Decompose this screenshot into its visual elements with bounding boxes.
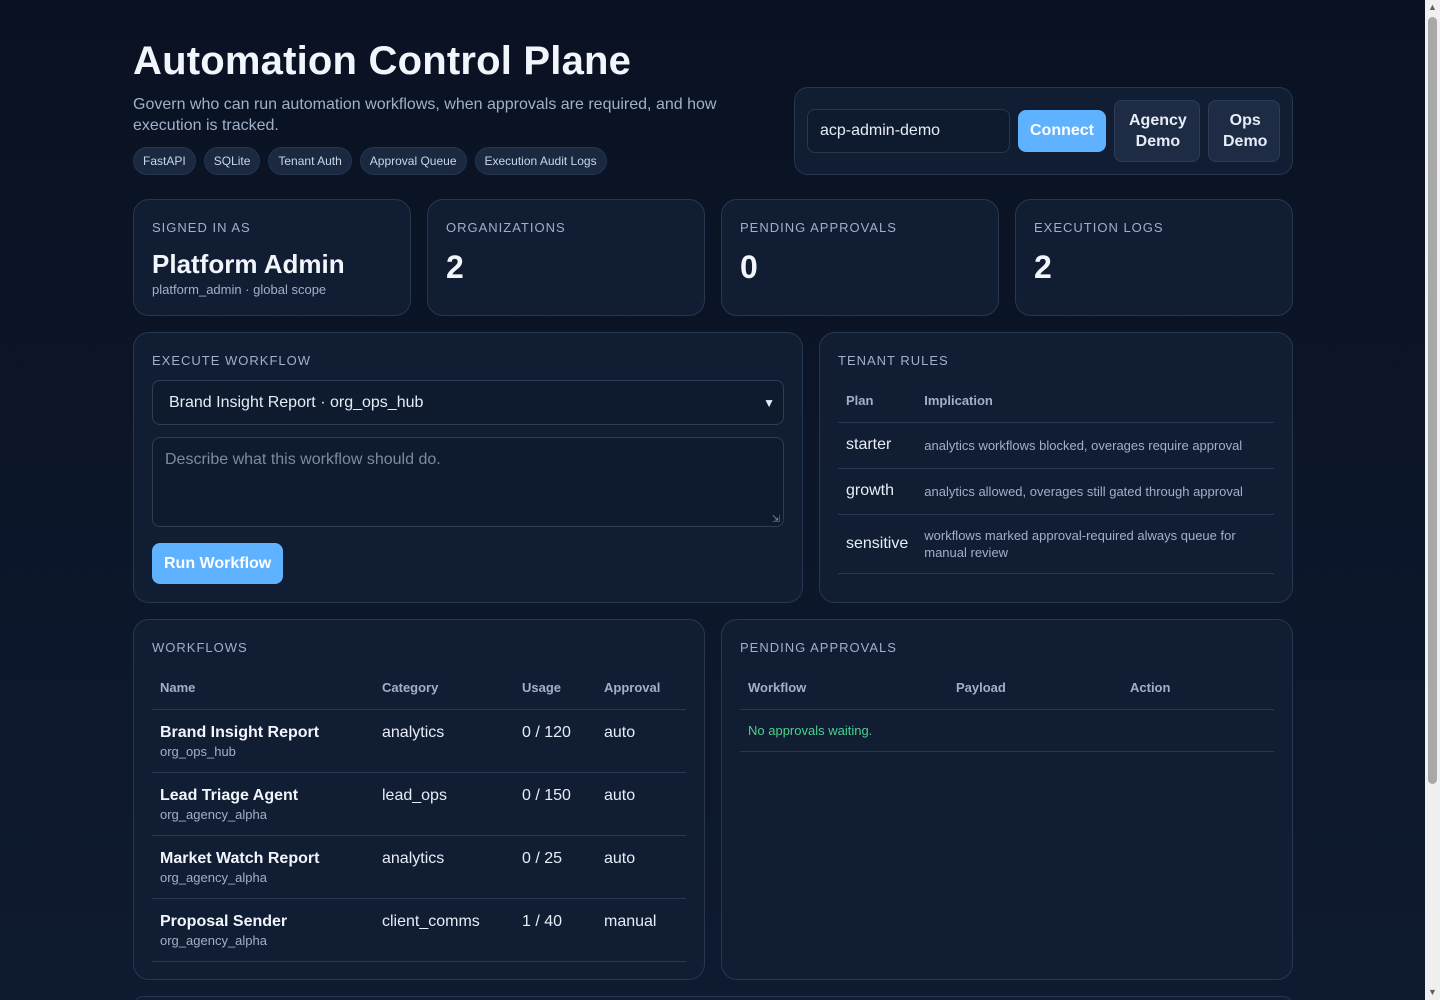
agency-demo-button[interactable]: Agency Demo	[1114, 100, 1200, 162]
category-cell: client_comms	[374, 898, 514, 962]
section-title: Workflows	[152, 640, 248, 655]
stat-pending-approvals: Pending approvals 0	[721, 199, 999, 316]
empty-state: No approvals waiting.	[740, 709, 1274, 752]
workflow-org: org_agency_alpha	[160, 869, 267, 885]
implication-cell: analytics allowed, overages still gated …	[916, 468, 1274, 515]
approval-cell: auto	[596, 835, 686, 899]
stat-value: 2	[446, 249, 464, 285]
tech-tags: FastAPI SQLite Tenant Auth Approval Queu…	[133, 147, 773, 175]
tag-fastapi: FastAPI	[133, 147, 196, 175]
workflow-select-value: Brand Insight Report · org_ops_hub	[169, 393, 424, 411]
column-header: Category	[374, 667, 514, 710]
category-cell: lead_ops	[374, 772, 514, 836]
section-title: Tenant rules	[838, 353, 949, 368]
connect-button[interactable]: Connect	[1018, 110, 1106, 152]
workflow-name: Proposal Sender	[160, 912, 288, 930]
section-title: Execute workflow	[152, 353, 312, 368]
category-cell: analytics	[374, 835, 514, 899]
workflow-select[interactable]: Brand Insight Report · org_ops_hub ▼	[152, 380, 784, 425]
scroll-thumb[interactable]	[1428, 17, 1437, 784]
plan-cell: starter	[838, 422, 917, 469]
column-header: Payload	[948, 667, 1122, 710]
tag-execution-audit-logs: Execution Audit Logs	[474, 147, 607, 175]
usage-cell: 0 / 150	[514, 772, 596, 836]
table-row: No approvals waiting.	[740, 709, 1274, 752]
plan-cell: growth	[838, 468, 917, 515]
tenant-rules-panel: Tenant rules Plan Implication starter an…	[819, 332, 1293, 603]
scroll-down-icon[interactable]: ▼	[1425, 985, 1440, 1000]
approval-cell: auto	[596, 709, 686, 773]
page-subtitle: Govern who can run automation workflows,…	[133, 96, 717, 134]
resize-grip-icon[interactable]: ⇲	[772, 514, 780, 525]
pending-approvals-table: Workflow Payload Action No approvals wai…	[740, 667, 1274, 752]
table-row: growth analytics allowed, overages still…	[838, 468, 1274, 515]
usage-cell: 0 / 25	[514, 835, 596, 899]
workflow-org: org_ops_hub	[160, 743, 236, 759]
approval-cell: manual	[596, 898, 686, 962]
tag-tenant-auth: Tenant Auth	[268, 147, 352, 175]
workflow-name: Market Watch Report	[160, 849, 320, 867]
stat-execution-logs: Execution logs 2	[1015, 199, 1293, 316]
usage-cell: 0 / 120	[514, 709, 596, 773]
stat-label: Organizations	[446, 220, 566, 235]
stat-value: 2	[1034, 249, 1052, 285]
table-row: Lead Triage Agent org_agency_alpha lead_o…	[152, 772, 686, 836]
column-header: Name	[152, 667, 374, 710]
implication-cell: analytics workflows blocked, overages re…	[916, 422, 1274, 469]
stat-sub: platform_admin · global scope	[152, 282, 327, 297]
category-cell: analytics	[374, 709, 514, 773]
page-scrollbar[interactable]: ▲ ▼	[1425, 0, 1440, 1000]
connect-panel: acp-admin-demo Connect Agency Demo Ops D…	[794, 87, 1293, 175]
table-row: Proposal Sender org_agency_alpha client_c…	[152, 898, 686, 962]
pending-approvals-panel: Pending approvals Workflow Payload Actio…	[721, 619, 1293, 980]
hero-header: Automation Control Plane Govern who can …	[133, 38, 773, 175]
workflows-table: Name Category Usage Approval Brand Insig…	[152, 667, 686, 962]
description-textarea[interactable]: Describe what this workflow should do. ⇲	[152, 437, 784, 527]
table-row: sensitive workflows marked approval-requ…	[838, 514, 1274, 574]
stat-value: 0	[740, 249, 758, 285]
column-header: Workflow	[740, 667, 948, 710]
scroll-up-icon[interactable]: ▲	[1425, 0, 1440, 15]
implication-cell: workflows marked approval-required alway…	[916, 514, 1274, 574]
run-workflow-button[interactable]: Run Workflow	[152, 543, 284, 584]
next-panel-edge	[133, 996, 1293, 1000]
ops-demo-button[interactable]: Ops Demo	[1208, 100, 1280, 162]
workflow-name: Brand Insight Report	[160, 723, 320, 741]
column-header: Approval	[596, 667, 686, 710]
page-title: Automation Control Plane	[133, 39, 632, 83]
stat-organizations: Organizations 2	[427, 199, 705, 316]
workflow-org: org_agency_alpha	[160, 806, 267, 822]
stat-signed-in: Signed in as Platform Admin platform_adm…	[133, 199, 411, 316]
api-key-input[interactable]: acp-admin-demo	[807, 109, 1010, 153]
stat-label: Execution logs	[1034, 220, 1164, 235]
stat-label: Pending approvals	[740, 220, 897, 235]
plan-cell: sensitive	[838, 514, 917, 574]
table-row: Brand Insight Report org_ops_hub analytic…	[152, 709, 686, 773]
section-title: Pending approvals	[740, 640, 897, 655]
column-header: Action	[1122, 667, 1274, 710]
workflow-org: org_agency_alpha	[160, 932, 267, 948]
tenant-rules-table: Plan Implication starter analytics workf…	[838, 380, 1274, 574]
workflows-panel: Workflows Name Category Usage Approval B…	[133, 619, 705, 980]
workflow-name: Lead Triage Agent	[160, 786, 299, 804]
description-placeholder: Describe what this workflow should do.	[165, 451, 441, 468]
table-row: starter analytics workflows blocked, ove…	[838, 422, 1274, 469]
table-row: Market Watch Report org_agency_alpha anal…	[152, 835, 686, 899]
column-header: Implication	[916, 380, 1274, 423]
approval-cell: auto	[596, 772, 686, 836]
chevron-down-icon: ▼	[763, 395, 775, 410]
tag-sqlite: SQLite	[203, 147, 261, 175]
stat-value: Platform Admin	[152, 249, 345, 279]
execute-workflow-panel: Execute workflow Brand Insight Report · …	[133, 332, 803, 603]
usage-cell: 1 / 40	[514, 898, 596, 962]
column-header: Plan	[838, 380, 917, 423]
tag-approval-queue: Approval Queue	[359, 147, 467, 175]
stat-label: Signed in as	[152, 220, 251, 235]
column-header: Usage	[514, 667, 596, 710]
